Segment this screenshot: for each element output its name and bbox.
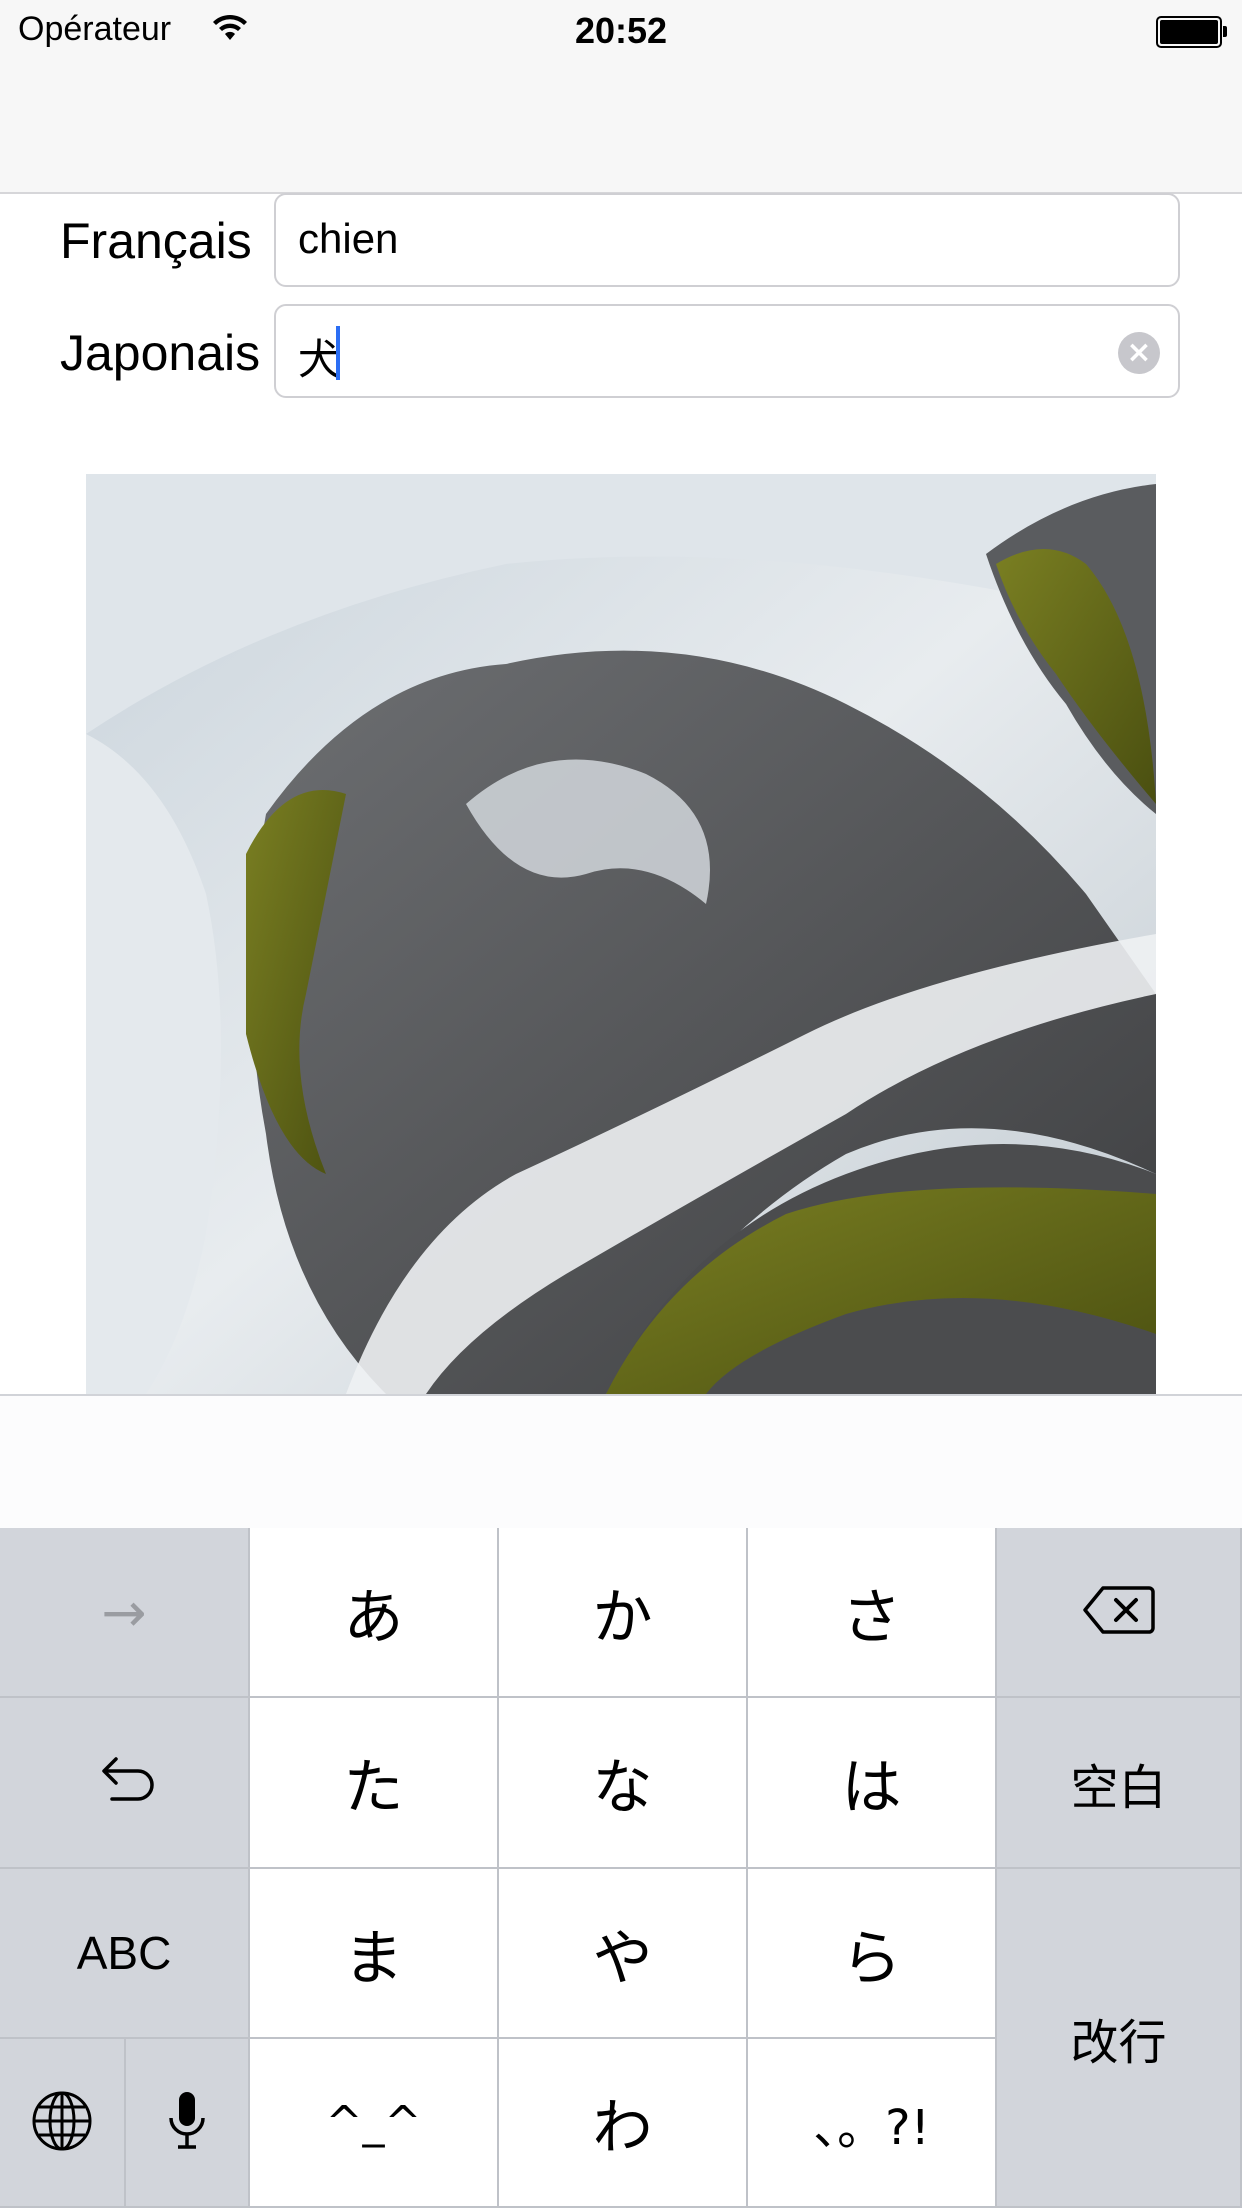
- french-field-value: chien: [298, 215, 399, 262]
- key-ya[interactable]: や: [499, 1869, 748, 2039]
- globe-key[interactable]: [0, 2039, 126, 2208]
- french-label: Français: [60, 213, 252, 269]
- clock: 20:52: [574, 10, 668, 51]
- status-bar: Opérateur 20:52: [0, 0, 1242, 194]
- waterfall-photo: [86, 474, 1156, 1394]
- key-ka[interactable]: か: [499, 1528, 748, 1698]
- microphone-icon: [167, 2090, 207, 2156]
- key-punctuation[interactable]: 、。?!: [748, 2039, 997, 2208]
- key-sa[interactable]: さ: [748, 1528, 997, 1698]
- text-cursor: [336, 326, 340, 380]
- delete-icon: [1082, 1585, 1155, 1639]
- key-ma[interactable]: ま: [250, 1869, 499, 2039]
- clear-icon[interactable]: ×: [1118, 332, 1160, 374]
- key-wa[interactable]: わ: [499, 2039, 748, 2208]
- japanese-kana-keyboard: → あ か さ た な は 空白 ABC ま や ら 改行 ^_^ わ 、。?!: [0, 1528, 1242, 2208]
- undo-icon: [92, 1749, 156, 1817]
- key-emoticon[interactable]: ^_^: [250, 2039, 499, 2208]
- dictation-key[interactable]: [126, 2039, 250, 2208]
- return-key[interactable]: 改行: [997, 1869, 1242, 2208]
- globe-icon: [31, 2090, 93, 2156]
- japanese-field-value: 犬: [298, 336, 341, 383]
- japanese-field[interactable]: 犬 ×: [274, 304, 1180, 398]
- battery-icon: [1156, 16, 1227, 48]
- delete-key[interactable]: [997, 1528, 1242, 1698]
- next-candidate-key[interactable]: →: [0, 1528, 250, 1698]
- japanese-label: Japonais: [60, 325, 261, 381]
- key-na[interactable]: な: [499, 1698, 748, 1869]
- french-field[interactable]: chien: [274, 193, 1180, 287]
- key-ta[interactable]: た: [250, 1698, 499, 1869]
- undo-key[interactable]: [0, 1698, 250, 1869]
- abc-key[interactable]: ABC: [0, 1869, 250, 2039]
- key-ra[interactable]: ら: [748, 1869, 997, 2039]
- arrow-right-icon: →: [101, 1580, 147, 1644]
- space-key[interactable]: 空白: [997, 1698, 1242, 1869]
- key-ha[interactable]: は: [748, 1698, 997, 1869]
- key-a[interactable]: あ: [250, 1528, 499, 1698]
- keyboard-accessory-bar: [0, 1394, 1242, 1530]
